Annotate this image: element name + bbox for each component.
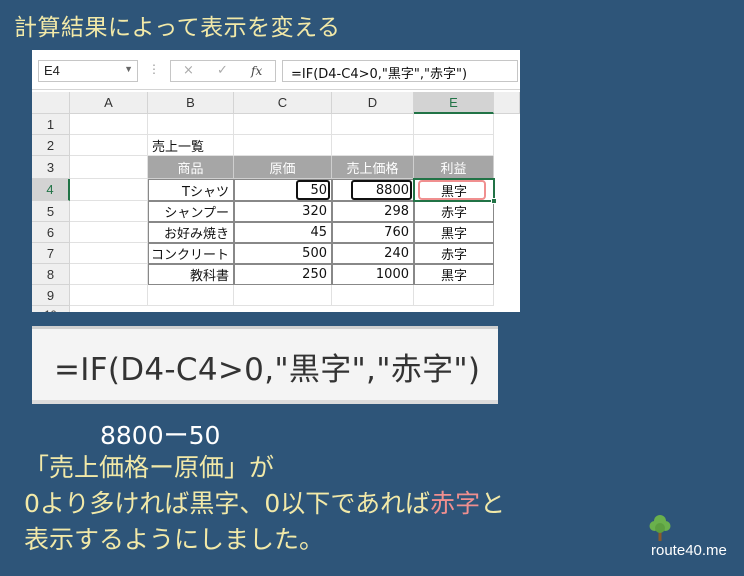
header-product[interactable]: 商品 (148, 156, 234, 179)
cell-a8[interactable] (70, 264, 148, 285)
column-header-d[interactable]: D (332, 92, 414, 114)
cell-a4[interactable] (70, 179, 148, 201)
cell-e9[interactable] (414, 285, 494, 306)
highlight-price-box (351, 180, 412, 200)
cell-a1[interactable] (70, 114, 148, 135)
cell-c1[interactable] (234, 114, 332, 135)
cell-a7[interactable] (70, 243, 148, 264)
column-header-e[interactable]: E (414, 92, 494, 114)
row-header-8[interactable]: 8 (32, 264, 70, 285)
row-header-6[interactable]: 6 (32, 222, 70, 243)
insert-function-icon[interactable]: fx (251, 64, 262, 78)
column-header-a[interactable]: A (70, 92, 148, 114)
cell-d9[interactable] (332, 285, 414, 306)
table-row-5-price[interactable]: 1000 (332, 264, 414, 285)
cell-b9[interactable] (148, 285, 234, 306)
row-header-9[interactable]: 9 (32, 285, 70, 306)
header-sale-price[interactable]: 売上価格 (332, 156, 414, 179)
cell-a5[interactable] (70, 201, 148, 222)
cell-d1[interactable] (332, 114, 414, 135)
cancel-icon[interactable]: × (183, 63, 194, 78)
cell-d2[interactable] (332, 135, 414, 156)
cell-a6[interactable] (70, 222, 148, 243)
table-row-2-cost[interactable]: 320 (234, 201, 332, 222)
cell-c9[interactable] (234, 285, 332, 306)
row-header-2[interactable]: 2 (32, 135, 70, 156)
cell-a3[interactable] (70, 156, 148, 179)
table-row-1-product[interactable]: Tシャツ (148, 179, 234, 201)
chevron-down-icon[interactable]: ▼ (124, 64, 133, 74)
cell-b1[interactable] (148, 114, 234, 135)
cell-b2[interactable]: 売上一覧 (148, 135, 234, 156)
tree-icon (649, 515, 671, 541)
table-row-3-price[interactable]: 760 (332, 222, 414, 243)
table-row-4-product[interactable]: コンクリート (148, 243, 234, 264)
table-row-3-cost[interactable]: 45 (234, 222, 332, 243)
name-box-value: E4 (44, 63, 60, 78)
highlight-result-box (418, 180, 486, 200)
cell-e1[interactable] (414, 114, 494, 135)
table-row-2-product[interactable]: シャンプー (148, 201, 234, 222)
cell-e2[interactable] (414, 135, 494, 156)
explanation-line-2-end: と (480, 489, 506, 518)
fill-handle[interactable] (491, 198, 497, 204)
highlight-cost-box (296, 180, 330, 200)
name-box[interactable]: E4 ▼ (38, 60, 138, 82)
red-ink-word: 赤字 (430, 489, 481, 518)
table-row-5-profit[interactable]: 黒字 (414, 264, 494, 285)
brand-link[interactable]: route40.me (651, 542, 727, 559)
calculation-text: 8800ー50 (100, 421, 221, 450)
formula-bar: E4 ▼ ⋮ × ✓ fx =IF(D4-C4>0,"黒字","赤字") (32, 50, 520, 90)
table-row-4-profit[interactable]: 赤字 (414, 243, 494, 264)
row-header-5[interactable]: 5 (32, 201, 70, 222)
table-row-4-cost[interactable]: 500 (234, 243, 332, 264)
cell-a2[interactable] (70, 135, 148, 156)
formula-buttons: × ✓ fx (170, 60, 276, 82)
cell-c2[interactable] (234, 135, 332, 156)
zoom-top-edge (32, 326, 498, 329)
table-row-2-profit[interactable]: 赤字 (414, 201, 494, 222)
excel-window: E4 ▼ ⋮ × ✓ fx =IF(D4-C4>0,"黒字","赤字") A B… (32, 50, 520, 312)
row-header-7[interactable]: 7 (32, 243, 70, 264)
row-header-10[interactable]: 10 (32, 306, 70, 312)
explanation-line-2: 0より多ければ黒字、0以下であれば赤字と (24, 484, 505, 520)
formula-zoom-panel: =IF(D4-C4>0,"黒字","赤字") (32, 326, 498, 404)
explanation-line-1: 「売上価格ー原価」が (24, 453, 275, 482)
row-header-1[interactable]: 1 (32, 114, 70, 135)
column-header-c[interactable]: C (234, 92, 332, 114)
table-row-2-price[interactable]: 298 (332, 201, 414, 222)
zoom-bottom-edge (32, 400, 498, 404)
enter-icon[interactable]: ✓ (217, 63, 228, 78)
more-icon: ⋮ (148, 62, 160, 76)
slide-title: 計算結果によって表示を変える (14, 15, 341, 41)
table-row-5-product[interactable]: 教科書 (148, 264, 234, 285)
column-header-f[interactable] (494, 92, 520, 114)
table-row-5-cost[interactable]: 250 (234, 264, 332, 285)
explanation-line-2-text: 0より多ければ黒字、0以下であれば (24, 489, 431, 518)
column-header-b[interactable]: B (148, 92, 234, 114)
table-row-3-profit[interactable]: 黒字 (414, 222, 494, 243)
zoomed-formula: =IF(D4-C4>0,"黒字","赤字") (54, 352, 481, 388)
explanation-line-3: 表示するようにしました。 (24, 525, 325, 554)
formula-input[interactable]: =IF(D4-C4>0,"黒字","赤字") (282, 60, 518, 82)
select-all-corner[interactable] (32, 92, 70, 114)
table-row-3-product[interactable]: お好み焼き (148, 222, 234, 243)
header-profit[interactable]: 利益 (414, 156, 494, 179)
cell-a9[interactable] (70, 285, 148, 306)
table-row-4-price[interactable]: 240 (332, 243, 414, 264)
row-header-3[interactable]: 3 (32, 156, 70, 179)
header-cost[interactable]: 原価 (234, 156, 332, 179)
row-header-4[interactable]: 4 (32, 179, 70, 201)
